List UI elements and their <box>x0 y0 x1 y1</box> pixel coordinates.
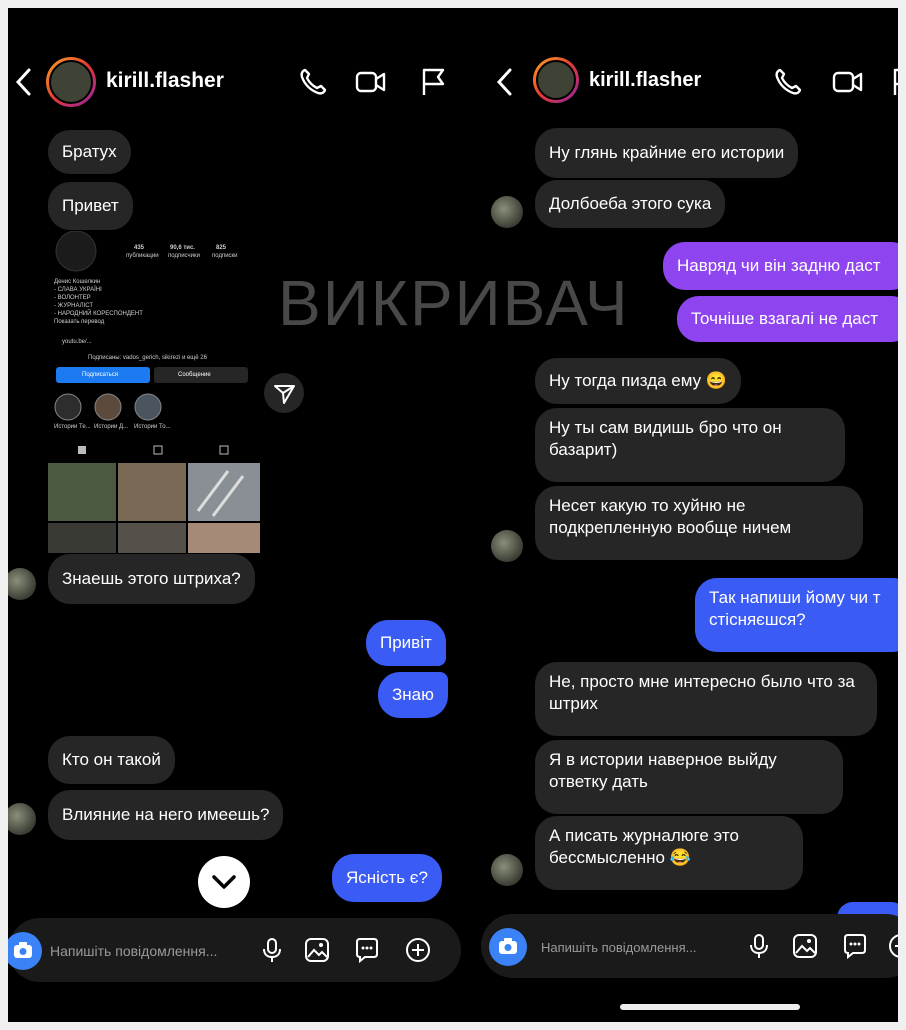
profile-stat-following: 825 <box>216 245 227 251</box>
profile-stat-label: публикации <box>126 253 159 259</box>
message-outgoing[interactable]: Ясність є? <box>332 854 442 902</box>
send-arrow-icon <box>274 385 295 404</box>
microphone-icon[interactable] <box>258 936 286 964</box>
profile-name: Денис Кошелкин <box>54 279 101 285</box>
highlight-label: Истории То... <box>134 424 171 430</box>
chevron-down-icon <box>212 875 236 889</box>
message-incoming[interactable]: Несет какую то хуйню не подкрепленную во… <box>535 486 863 560</box>
right-chat-panel: kirill.flasher Ну глянь крайние его исто… <box>473 8 898 1022</box>
back-chevron-icon[interactable] <box>491 65 519 99</box>
camera-button[interactable] <box>489 928 527 966</box>
message-incoming[interactable]: Ну глянь крайние его истории <box>535 128 799 178</box>
sender-avatar[interactable] <box>491 854 523 886</box>
chat-header: kirill.flasher <box>473 53 898 113</box>
add-icon[interactable] <box>404 936 432 964</box>
camera-icon <box>499 938 517 954</box>
avatar[interactable] <box>533 57 579 103</box>
profile-bio-line: - ВОЛОНТЕР <box>54 295 91 301</box>
chat-username[interactable]: kirill.flasher <box>589 69 701 92</box>
profile-stat-followers: 90,6 тис. <box>170 245 195 251</box>
message-incoming[interactable]: Я в истории наверное выйду ответку дать <box>535 740 843 814</box>
back-chevron-icon[interactable] <box>10 65 38 99</box>
share-post-button[interactable] <box>264 373 304 413</box>
profile-link[interactable]: youtu.be/... <box>62 339 92 345</box>
video-icon[interactable] <box>354 65 388 99</box>
avatar[interactable] <box>46 57 96 107</box>
chat-header: kirill.flasher <box>8 53 465 113</box>
phone-icon[interactable] <box>771 65 805 99</box>
microphone-icon[interactable] <box>745 932 773 960</box>
message-incoming[interactable]: Кто он такой <box>48 736 175 784</box>
profile-stat-posts: 435 <box>134 245 145 251</box>
profile-bio-line: - НАРОДНИЙ КОРЕСПОНДЕНТ <box>54 311 143 317</box>
message-incoming[interactable]: А писать журналюге это бессмысленно 😂 <box>535 816 803 890</box>
add-icon[interactable] <box>887 932 898 960</box>
profile-stat-label: подписчики <box>168 253 200 259</box>
profile-bio-line: - СЛАВА УКРАЇНІ <box>54 287 102 293</box>
profile-followers-line: Подписаны: vados_gerich, sikirezi и ещё … <box>88 355 207 361</box>
profile-bio-line: - ЖУРНАЛІСТ <box>54 303 94 309</box>
camera-button[interactable] <box>8 932 42 970</box>
message-incoming[interactable]: Ну тогда пизда ему 😄 <box>535 358 742 404</box>
left-chat-panel: kirill.flasher Братух Привет 435 90,6 ти… <box>8 8 465 1022</box>
sender-avatar[interactable] <box>8 568 36 600</box>
message-input[interactable] <box>539 932 743 962</box>
profile-stat-label: подписки <box>212 253 238 259</box>
home-indicator <box>620 1004 800 1010</box>
message-composer <box>481 914 898 978</box>
shared-profile-post[interactable]: 435 90,6 тис. 825 публикации подписчики … <box>48 230 260 553</box>
flag-icon[interactable] <box>887 65 898 99</box>
message-incoming[interactable]: Привет <box>48 182 133 230</box>
scroll-down-button[interactable] <box>198 856 250 908</box>
message-incoming[interactable]: Братух <box>48 130 131 174</box>
profile-translate-link[interactable]: Показать перевод <box>54 319 104 325</box>
message-outgoing[interactable]: Знаю <box>378 672 448 718</box>
video-icon[interactable] <box>831 65 865 99</box>
watermark: ВИКРИВАЧ <box>278 267 630 339</box>
sender-avatar[interactable] <box>491 530 523 562</box>
message-composer <box>8 918 461 982</box>
sticker-icon[interactable] <box>353 936 381 964</box>
highlight-label: Истории Д... <box>94 424 129 430</box>
camera-icon <box>14 942 32 958</box>
flag-icon[interactable] <box>416 65 450 99</box>
message-incoming[interactable]: Влияние на него имеешь? <box>48 790 284 840</box>
message-incoming[interactable]: Ну ты сам видишь бро что он базарит) <box>535 408 845 482</box>
message-button[interactable]: Сообщение <box>178 372 211 378</box>
message-outgoing[interactable]: Точніше взагалі не даст <box>677 296 898 342</box>
message-outgoing[interactable]: Так напиши йому чи т стісняєшся? <box>695 578 898 652</box>
message-outgoing[interactable]: Привіт <box>366 620 446 666</box>
sender-avatar[interactable] <box>8 803 36 835</box>
gallery-icon[interactable] <box>303 936 331 964</box>
highlight-label: Истории Те... <box>54 424 91 430</box>
chat-username[interactable]: kirill.flasher <box>106 69 224 93</box>
follow-button[interactable]: Подписаться <box>82 372 118 378</box>
message-incoming[interactable]: Знаешь этого штриха? <box>48 554 255 604</box>
message-incoming[interactable]: Не, просто мне интересно было что за штр… <box>535 662 877 736</box>
message-incoming[interactable]: Долбоеба этого сука <box>535 180 726 228</box>
message-outgoing[interactable]: Навряд чи він задню даст <box>663 242 898 290</box>
phone-icon[interactable] <box>296 65 330 99</box>
sticker-icon[interactable] <box>841 932 869 960</box>
screenshot-frame: kirill.flasher Братух Привет 435 90,6 ти… <box>8 8 898 1022</box>
sender-avatar[interactable] <box>491 196 523 228</box>
message-input[interactable] <box>48 936 252 966</box>
gallery-icon[interactable] <box>791 932 819 960</box>
